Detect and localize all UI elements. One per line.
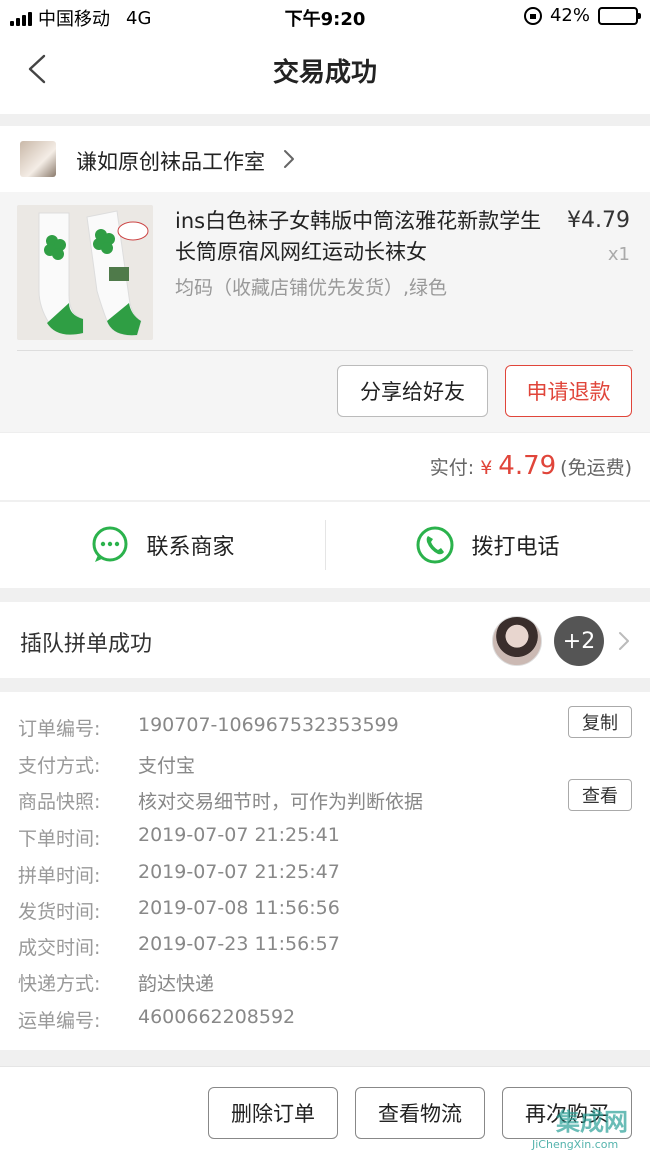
product-quantity: x1 <box>607 244 630 265</box>
watermark: 集成网 JiChengXin.com <box>526 1098 644 1154</box>
product-image[interactable] <box>17 205 153 340</box>
info-row-group-time: 拼单时间: 2019-07-07 21:25:47 <box>0 857 650 887</box>
call-phone-button[interactable]: 拨打电话 <box>325 502 650 588</box>
deal-time: 2019-07-23 11:56:57 <box>138 933 340 955</box>
watermark-url: JiChengXin.com <box>532 1138 619 1151</box>
group-buy-row[interactable]: 插队拼单成功 +2 <box>0 602 650 678</box>
shop-name: 谦如原创袜品工作室 <box>76 150 265 174</box>
info-row-snapshot: 商品快照: 核对交易细节时，可作为判断依据 查看 <box>0 779 650 813</box>
status-right: 42% <box>523 5 641 26</box>
view-snapshot-button[interactable]: 查看 <box>568 779 632 811</box>
ship-time: 2019-07-08 11:56:56 <box>138 897 340 919</box>
status-bar: 中国移动 4G 下午9:20 42% <box>0 0 650 34</box>
tracking-number: 4600662208592 <box>138 1006 296 1028</box>
delete-order-button[interactable]: 删除订单 <box>208 1087 338 1139</box>
battery-percent: 42% <box>549 5 590 26</box>
payment-amount: 4.79 <box>498 451 557 481</box>
contact-merchant-label: 联系商家 <box>146 535 235 560</box>
info-row-deal-time: 成交时间: 2019-07-23 11:56:57 <box>0 929 650 959</box>
contact-row: 联系商家 拨打电话 <box>0 502 650 588</box>
order-time: 2019-07-07 21:25:41 <box>138 824 340 846</box>
product-title[interactable]: ins白色袜子女韩版中筒泫雅花新款学生长筒原宿风网红运动长袜女 <box>175 206 545 268</box>
info-label: 支付方式: <box>18 755 101 777</box>
watermark-brand: 集成网 <box>556 1108 628 1136</box>
group-time: 2019-07-07 21:25:47 <box>138 861 340 883</box>
nav-bar: 交易成功 <box>0 34 650 114</box>
share-button[interactable]: 分享给好友 <box>337 365 488 417</box>
copy-button[interactable]: 复制 <box>568 706 632 738</box>
info-row-order-time: 下单时间: 2019-07-07 21:25:41 <box>0 820 650 850</box>
info-label: 快递方式: <box>18 973 101 995</box>
payment-row: 实付: ¥ 4.79 (免运费) <box>0 432 650 500</box>
info-row-courier: 快递方式: 韵达快递 <box>0 965 650 995</box>
courier: 韵达快递 <box>138 973 215 995</box>
product-spec: 均码（收藏店铺优先发货）,绿色 <box>175 277 448 299</box>
info-label: 运单编号: <box>18 1010 101 1032</box>
info-label: 发货时间: <box>18 901 101 923</box>
snapshot-note: 核对交易细节时，可作为判断依据 <box>138 791 424 813</box>
battery-icon <box>598 6 641 25</box>
shipping-note: (免运费) <box>560 457 632 479</box>
info-row-ship-time: 发货时间: 2019-07-08 11:56:56 <box>0 893 650 923</box>
info-row-tracking-number: 运单编号: 4600662208592 <box>0 1002 650 1032</box>
chevron-right-icon <box>284 150 294 168</box>
payment-method: 支付宝 <box>138 755 196 777</box>
info-row-order-number: 订单编号: 190707-106967532353599 复制 <box>0 706 650 740</box>
divider <box>17 350 633 351</box>
call-phone-label: 拨打电话 <box>471 535 560 560</box>
info-label: 订单编号: <box>18 718 101 740</box>
view-logistics-button[interactable]: 查看物流 <box>355 1087 485 1139</box>
payment-currency: ¥ <box>480 457 493 479</box>
chevron-right-icon <box>619 632 629 650</box>
info-label: 下单时间: <box>18 828 101 850</box>
contact-merchant-button[interactable]: 联系商家 <box>0 502 325 588</box>
info-label: 拼单时间: <box>18 865 101 887</box>
socks-illustration <box>17 205 153 340</box>
more-members-badge: +2 <box>554 616 604 666</box>
shop-row[interactable]: 谦如原创袜品工作室 <box>0 126 650 192</box>
info-label: 商品快照: <box>18 791 101 813</box>
order-info-section: 订单编号: 190707-106967532353599 复制 支付方式: 支付… <box>0 692 650 1050</box>
order-product-card: 谦如原创袜品工作室 ins白色袜子女韩版中筒泫雅花新款学生长筒原宿风网红运动长袜… <box>0 126 650 432</box>
avatar <box>492 616 542 666</box>
rotation-lock-icon <box>523 6 542 25</box>
chat-bubble-icon <box>92 526 128 562</box>
product-price: ¥4.79 <box>567 208 630 233</box>
info-label: 成交时间: <box>18 937 101 959</box>
page-title: 交易成功 <box>272 58 377 88</box>
shop-avatar <box>20 141 56 177</box>
group-status-label: 插队拼单成功 <box>20 632 153 657</box>
info-row-payment-method: 支付方式: 支付宝 <box>0 747 650 777</box>
order-number: 190707-106967532353599 <box>138 714 399 736</box>
payment-summary: 实付: ¥ 4.79 (免运费) <box>430 451 632 481</box>
phone-icon <box>416 526 454 564</box>
payment-label: 实付: <box>429 457 475 479</box>
refund-button[interactable]: 申请退款 <box>505 365 632 417</box>
